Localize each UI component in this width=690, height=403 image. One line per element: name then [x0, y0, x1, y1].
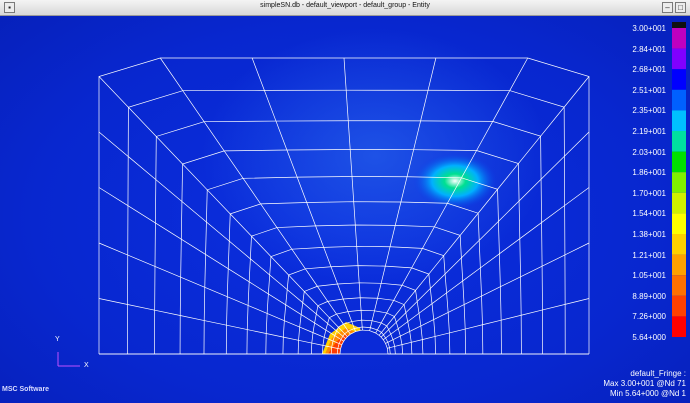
legend-value: 2.84+001 [632, 44, 666, 54]
minimize-icon[interactable]: – [662, 2, 673, 13]
legend-swatch [672, 172, 686, 193]
title-bar: simpleSN.db - default_viewport - default… [0, 0, 690, 16]
mesh-lines [98, 57, 590, 355]
legend-swatch [672, 89, 686, 111]
mesh-ray [343, 57, 363, 331]
legend-value: 2.68+001 [632, 65, 666, 75]
legend-swatch [672, 28, 686, 49]
fringe-plot [57, 22, 686, 367]
legend-cap [672, 22, 686, 28]
legend-swatch [672, 213, 686, 234]
legend-value: 5.64+000 [632, 333, 666, 342]
legend-value: 1.70+001 [632, 188, 666, 198]
maximize-icon[interactable]: □ [675, 2, 686, 13]
legend-value: 1.86+001 [632, 168, 666, 178]
legend-value: 2.19+001 [632, 127, 666, 136]
legend-value: 2.35+001 [632, 106, 666, 116]
legend-value: 1.05+001 [632, 271, 666, 281]
mesh-ring [98, 57, 590, 354]
mesh-ray [98, 131, 346, 339]
fringe-name: default_Fringe : [630, 369, 686, 378]
legend-swatch [672, 316, 686, 337]
axis-y-label: Y [55, 336, 60, 343]
mesh-ray [98, 242, 342, 346]
mesh-ray [378, 76, 590, 336]
fringe-min: Min 5.64+000 @Nd 1 [610, 389, 686, 398]
mesh-ray [98, 298, 341, 350]
mesh-ray [375, 57, 529, 334]
window-menu-icon[interactable]: ▪ [4, 2, 15, 13]
legend-swatch [672, 295, 686, 317]
mesh-ring [127, 89, 566, 355]
legend-swatch [672, 48, 686, 70]
legend-value: 3.00+001 [632, 24, 666, 33]
legend-swatch [672, 110, 686, 131]
legend-swatch [672, 131, 686, 152]
legend-value: 1.38+001 [632, 230, 666, 239]
legend-value: 7.26+000 [632, 312, 666, 322]
mesh-ray [98, 76, 348, 337]
fringe-max: Max 3.00+001 @Nd 71 [603, 379, 686, 388]
window-title: simpleSN.db - default_viewport - default… [260, 2, 430, 9]
legend-swatch [672, 234, 686, 255]
mesh-ray [98, 187, 344, 342]
color-legend [672, 22, 686, 337]
axis-triad-icon [57, 352, 80, 367]
legend-swatch [672, 69, 686, 90]
legend-swatch [672, 254, 686, 276]
high-stress-spot [413, 153, 497, 209]
legend-swatch [672, 275, 686, 296]
legend-value: 1.54+001 [632, 209, 666, 219]
mesh-ray [159, 57, 351, 335]
axis-x-label: X [84, 362, 89, 369]
graphics-viewport[interactable]: 3.00+001 2.84+001 2.68+001 2.51+001 2.35+001… [0, 16, 690, 403]
legend-value: 2.03+001 [632, 147, 666, 157]
legend-swatch [672, 192, 686, 214]
legend-value: 8.89+000 [632, 291, 666, 301]
legend-swatch [672, 151, 686, 173]
legend-value: 2.51+001 [632, 85, 666, 95]
legend-value: 1.21+001 [632, 250, 666, 260]
msc-logo: MSC Software [2, 386, 50, 393]
mesh-ring [154, 120, 544, 355]
